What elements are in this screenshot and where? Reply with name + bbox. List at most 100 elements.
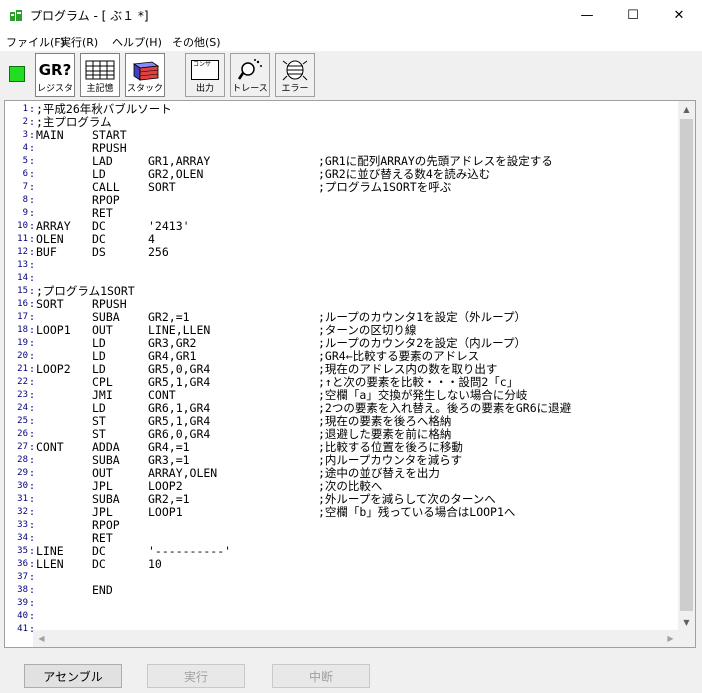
- code-operand: 10: [148, 557, 162, 571]
- assemble-button[interactable]: アセンブル: [24, 664, 122, 688]
- line-number: 6: [22, 169, 28, 179]
- line-separator: :: [29, 195, 36, 206]
- code-line[interactable]: ;平成26年秋バブルソート: [36, 103, 676, 116]
- scroll-up-arrow-icon[interactable]: ▲: [678, 101, 695, 118]
- line-number: 5: [22, 156, 28, 166]
- line-number: 4: [22, 143, 28, 153]
- line-separator: :: [29, 585, 36, 596]
- code-line[interactable]: MAIN START: [36, 129, 676, 142]
- menu-run[interactable]: 実行(R): [60, 34, 98, 50]
- code-line[interactable]: [36, 259, 676, 272]
- code-line[interactable]: [36, 610, 676, 623]
- register-button[interactable]: GR? レジスタ: [35, 53, 75, 97]
- stack-button[interactable]: スタック: [125, 53, 165, 97]
- menu-other[interactable]: その他(S): [172, 34, 221, 50]
- line-number: 23: [17, 390, 28, 400]
- scroll-left-arrow-icon[interactable]: ◀: [33, 630, 50, 647]
- line-separator: :: [29, 455, 36, 466]
- code-line[interactable]: ;主プログラム: [36, 116, 676, 129]
- code-line[interactable]: CALL SORT ;プログラム1SORTを呼ぶ: [36, 181, 676, 194]
- code-line[interactable]: JPL LOOP1 ;空欄「b」残っている場合はLOOP1へ: [36, 506, 676, 519]
- code-line[interactable]: RET: [36, 532, 676, 545]
- code-line[interactable]: [36, 571, 676, 584]
- output-button[interactable]: コンサ 出力: [185, 53, 225, 97]
- code-op: END: [92, 583, 113, 597]
- code-line[interactable]: [36, 597, 676, 610]
- line-separator: :: [29, 351, 36, 362]
- line-separator: :: [29, 169, 36, 180]
- line-number: 40: [17, 611, 28, 621]
- line-number: 32: [17, 507, 28, 517]
- menu-file[interactable]: ファイル(F): [6, 34, 65, 50]
- code-label: LOOP1: [36, 323, 71, 337]
- line-separator: :: [29, 403, 36, 414]
- line-separator: :: [29, 468, 36, 479]
- line-separator: :: [29, 182, 36, 193]
- line-separator: :: [29, 260, 36, 271]
- error-button[interactable]: エラー: [275, 53, 315, 97]
- code-line[interactable]: RET: [36, 207, 676, 220]
- error-button-label: エラー: [281, 84, 309, 94]
- line-number: 1: [22, 104, 28, 114]
- minimize-button[interactable]: —: [564, 0, 610, 31]
- memory-button[interactable]: 主記憶: [80, 53, 120, 97]
- code-label: LLEN: [36, 557, 64, 571]
- line-number: 21: [17, 364, 28, 374]
- line-separator: :: [29, 130, 36, 141]
- close-button[interactable]: ✕: [656, 0, 702, 31]
- vertical-scroll-thumb[interactable]: [680, 119, 693, 611]
- scroll-right-arrow-icon[interactable]: ▶: [662, 630, 679, 647]
- title-bar[interactable]: プログラム - [ ぶ１ *] — ☐ ✕: [0, 0, 702, 31]
- line-number: 20: [17, 351, 28, 361]
- code-line[interactable]: ARRAY DC '2413': [36, 220, 676, 233]
- line-number-gutter: 1:2:3:4:5:6:7:8:9:10:11:12:13:14:15:16:1…: [5, 101, 36, 647]
- line-number: 30: [17, 481, 28, 491]
- code-operand: 256: [148, 245, 169, 259]
- code-line[interactable]: LINE DC '----------': [36, 545, 676, 558]
- line-number: 25: [17, 416, 28, 426]
- line-number: 29: [17, 468, 28, 478]
- line-number: 41: [17, 624, 28, 634]
- code-line[interactable]: BUF DS 256: [36, 246, 676, 259]
- stack-icon: [126, 57, 164, 83]
- run-button[interactable]: 実行: [147, 664, 245, 688]
- line-separator: :: [29, 533, 36, 544]
- scroll-down-arrow-icon[interactable]: ▼: [678, 614, 695, 631]
- trace-button[interactable]: トレース: [230, 53, 270, 97]
- code-op: DC: [92, 557, 106, 571]
- line-number: 12: [17, 247, 28, 257]
- scrollbar-corner: [678, 630, 695, 647]
- code-line[interactable]: RPOP: [36, 194, 676, 207]
- line-separator: :: [29, 325, 36, 336]
- line-number: 15: [17, 286, 28, 296]
- code-editor[interactable]: 1:2:3:4:5:6:7:8:9:10:11:12:13:14:15:16:1…: [4, 100, 696, 648]
- menu-help[interactable]: ヘルプ(H): [112, 34, 162, 50]
- line-separator: :: [29, 598, 36, 609]
- maximize-button[interactable]: ☐: [610, 0, 656, 31]
- line-separator: :: [29, 299, 36, 310]
- code-line[interactable]: RPOP: [36, 519, 676, 532]
- code-line[interactable]: LLEN DC 10: [36, 558, 676, 571]
- code-line[interactable]: END: [36, 584, 676, 597]
- program-window: プログラム - [ ぶ１ *] — ☐ ✕ ファイル(F) 実行(R) ヘルプ(…: [0, 0, 702, 693]
- line-separator: :: [29, 143, 36, 154]
- window-title: プログラム - [ ぶ１ *]: [30, 9, 149, 23]
- code-operand: SORT: [148, 180, 176, 194]
- memory-grid-icon: [81, 57, 119, 83]
- trace-button-label: トレース: [232, 84, 268, 94]
- code-line[interactable]: OLEN DC 4: [36, 233, 676, 246]
- line-number: 22: [17, 377, 28, 387]
- code-label: BUF: [36, 245, 57, 259]
- bug-icon: [276, 57, 314, 83]
- line-number: 8: [22, 195, 28, 205]
- line-separator: :: [29, 520, 36, 531]
- line-number: 9: [22, 208, 28, 218]
- code-op: DS: [92, 245, 106, 259]
- app-icon: [8, 7, 24, 23]
- line-number: 26: [17, 429, 28, 439]
- vertical-scrollbar[interactable]: ▲ ▼: [678, 101, 695, 631]
- gr-icon: GR?: [38, 61, 72, 79]
- code-line[interactable]: ;プログラム1SORT: [36, 285, 676, 298]
- stop-button[interactable]: 中断: [272, 664, 370, 688]
- horizontal-scrollbar[interactable]: ◀ ▶: [33, 630, 679, 647]
